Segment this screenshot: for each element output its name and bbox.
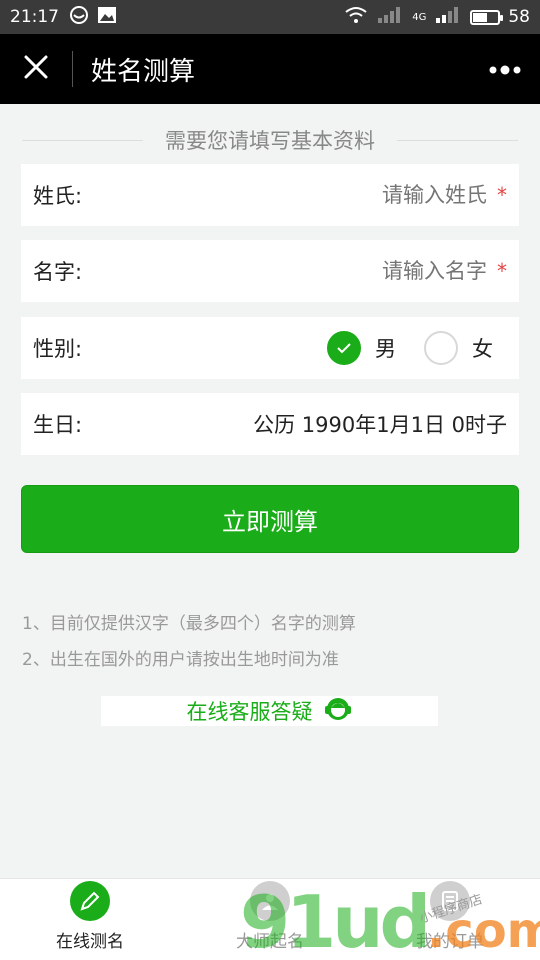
battery-percent: 58 xyxy=(508,7,530,27)
signal-4g-icon xyxy=(434,6,462,29)
gender-female-label: 女 xyxy=(472,337,493,361)
customer-service-label: 在线客服答疑 xyxy=(186,700,313,724)
birthday-label: 生日: xyxy=(33,413,83,437)
gender-label: 性别: xyxy=(33,337,83,361)
customer-service-link[interactable]: 在线客服答疑 xyxy=(101,696,438,726)
required-mark: * xyxy=(497,183,507,207)
section-header: 需要您请填写基本资料 xyxy=(0,120,540,160)
more-button[interactable] xyxy=(470,34,540,104)
divider xyxy=(22,139,143,141)
gender-male-option[interactable]: 男 xyxy=(327,331,396,365)
battery-icon xyxy=(470,9,504,25)
note-item: 1、目前仅提供汉字（最多四个）名字的测算 xyxy=(22,614,356,634)
pencil-icon xyxy=(70,881,110,921)
required-mark: * xyxy=(497,259,507,283)
network-type: 4G xyxy=(412,11,427,23)
calculate-button[interactable]: 立即测算 xyxy=(21,485,519,553)
tab-online-naming[interactable]: 在线测名 xyxy=(0,879,180,960)
birthday-value[interactable]: 公历 1990年1月1日 0时子 xyxy=(253,409,507,439)
section-title: 需要您请填写基本资料 xyxy=(165,129,375,153)
status-time: 21:17 xyxy=(10,7,59,27)
wechat-icon xyxy=(69,5,89,30)
title-divider xyxy=(72,51,73,87)
gender-male-label: 男 xyxy=(375,337,396,361)
gender-row: 性别: 男 女 xyxy=(21,317,519,379)
more-icon xyxy=(489,60,521,79)
birthday-row[interactable]: 生日: 公历 1990年1月1日 0时子 xyxy=(21,393,519,455)
notes: 1、目前仅提供汉字（最多四个）名字的测算 2、出生在国外的用户请按出生地时间为准 xyxy=(22,606,356,678)
customer-service-icon xyxy=(323,696,353,727)
gender-female-option[interactable]: 女 xyxy=(424,331,493,365)
given-name-label: 名字: xyxy=(33,260,83,284)
image-icon xyxy=(97,6,117,29)
signal-icon xyxy=(376,6,404,29)
surname-label: 姓氏: xyxy=(33,184,83,208)
radio-checked-icon[interactable] xyxy=(327,331,361,365)
title-bar: 姓名测算 xyxy=(0,34,540,104)
close-button[interactable] xyxy=(0,34,72,104)
surname-row: 姓氏: * xyxy=(21,164,519,226)
tab-label: 在线测名 xyxy=(56,932,124,952)
wifi-icon xyxy=(344,6,368,29)
close-icon xyxy=(23,54,49,84)
watermark-text: 91ud xyxy=(240,880,431,960)
surname-input[interactable] xyxy=(227,183,487,207)
watermark-logo: 91ud.com xyxy=(240,880,540,960)
note-item: 2、出生在国外的用户请按出生地时间为准 xyxy=(22,650,339,670)
status-bar: 21:17 4G 58 xyxy=(0,0,540,34)
given-name-input[interactable] xyxy=(227,259,487,283)
divider xyxy=(397,139,518,141)
radio-unchecked-icon[interactable] xyxy=(424,331,458,365)
given-name-row: 名字: * xyxy=(21,240,519,302)
page-title: 姓名测算 xyxy=(91,56,196,87)
